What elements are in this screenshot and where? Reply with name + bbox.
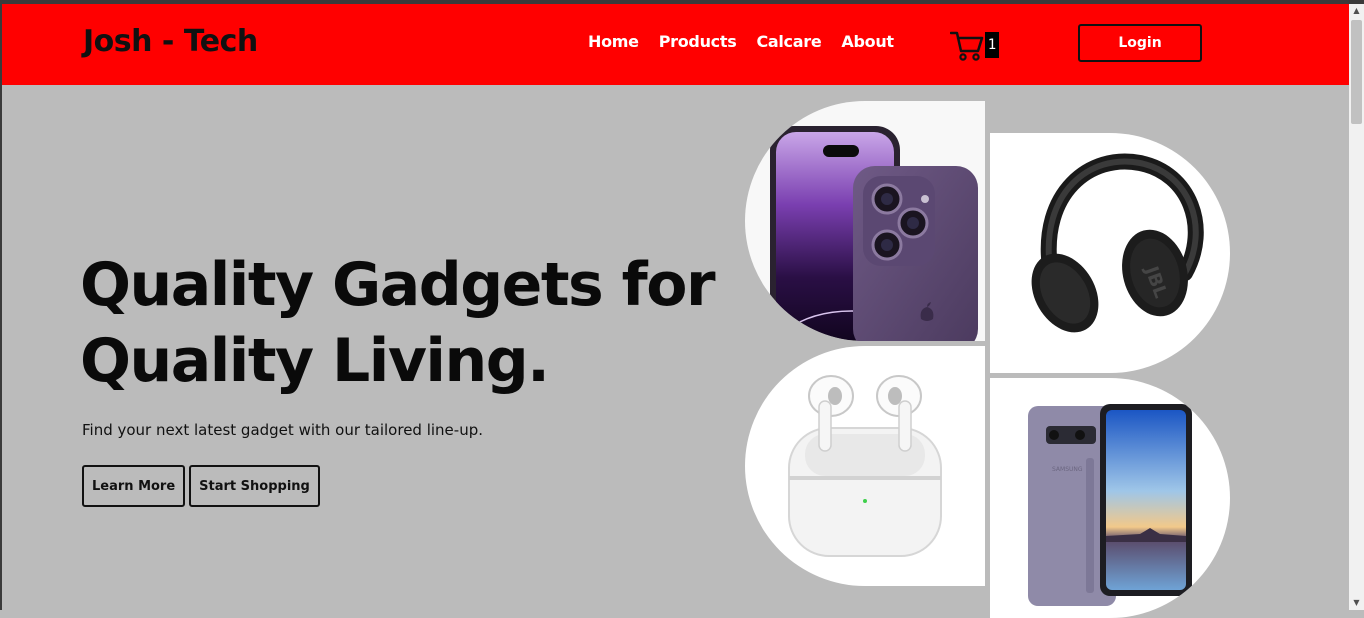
nav-about[interactable]: About — [841, 32, 894, 51]
samsung-phone-image: SAMSUNG — [990, 378, 1230, 618]
nav-home[interactable]: Home — [588, 32, 639, 51]
cart-count-badge: 1 — [985, 32, 999, 58]
nav-calcare[interactable]: Calcare — [756, 32, 821, 51]
scroll-down-arrow-icon[interactable]: ▼ — [1349, 596, 1364, 610]
hero-title-line1: Quality Gadgets for — [80, 250, 716, 320]
page-scrollbar[interactable]: ▲ ▼ — [1349, 4, 1364, 610]
airpods-image — [745, 346, 985, 586]
window-left-edge — [0, 4, 2, 610]
hero-title: Quality Gadgets for Quality Living. — [80, 247, 740, 399]
site-header: Josh - Tech Home Products Calcare About … — [2, 4, 1349, 85]
cart-icon[interactable] — [949, 30, 984, 62]
scroll-up-arrow-icon[interactable]: ▲ — [1349, 4, 1364, 18]
brand-logo[interactable]: Josh - Tech — [83, 24, 258, 59]
hero-subtitle: Find your next latest gadget with our ta… — [82, 421, 483, 439]
nav-products[interactable]: Products — [659, 32, 737, 51]
learn-more-button[interactable]: Learn More — [82, 465, 186, 507]
main-nav: Home Products Calcare About — [588, 32, 894, 51]
login-button[interactable]: Login — [1078, 24, 1202, 62]
scroll-thumb[interactable] — [1351, 20, 1362, 124]
start-shopping-button[interactable]: Start Shopping — [189, 465, 320, 507]
iphone-image — [745, 101, 985, 341]
hero-title-line2: Quality Living. — [80, 326, 550, 396]
phone-brand-logo: SAMSUNG — [1052, 466, 1083, 473]
hero-buttons: Learn More Start Shopping — [82, 465, 320, 507]
headphones-image: JBL — [990, 133, 1230, 373]
